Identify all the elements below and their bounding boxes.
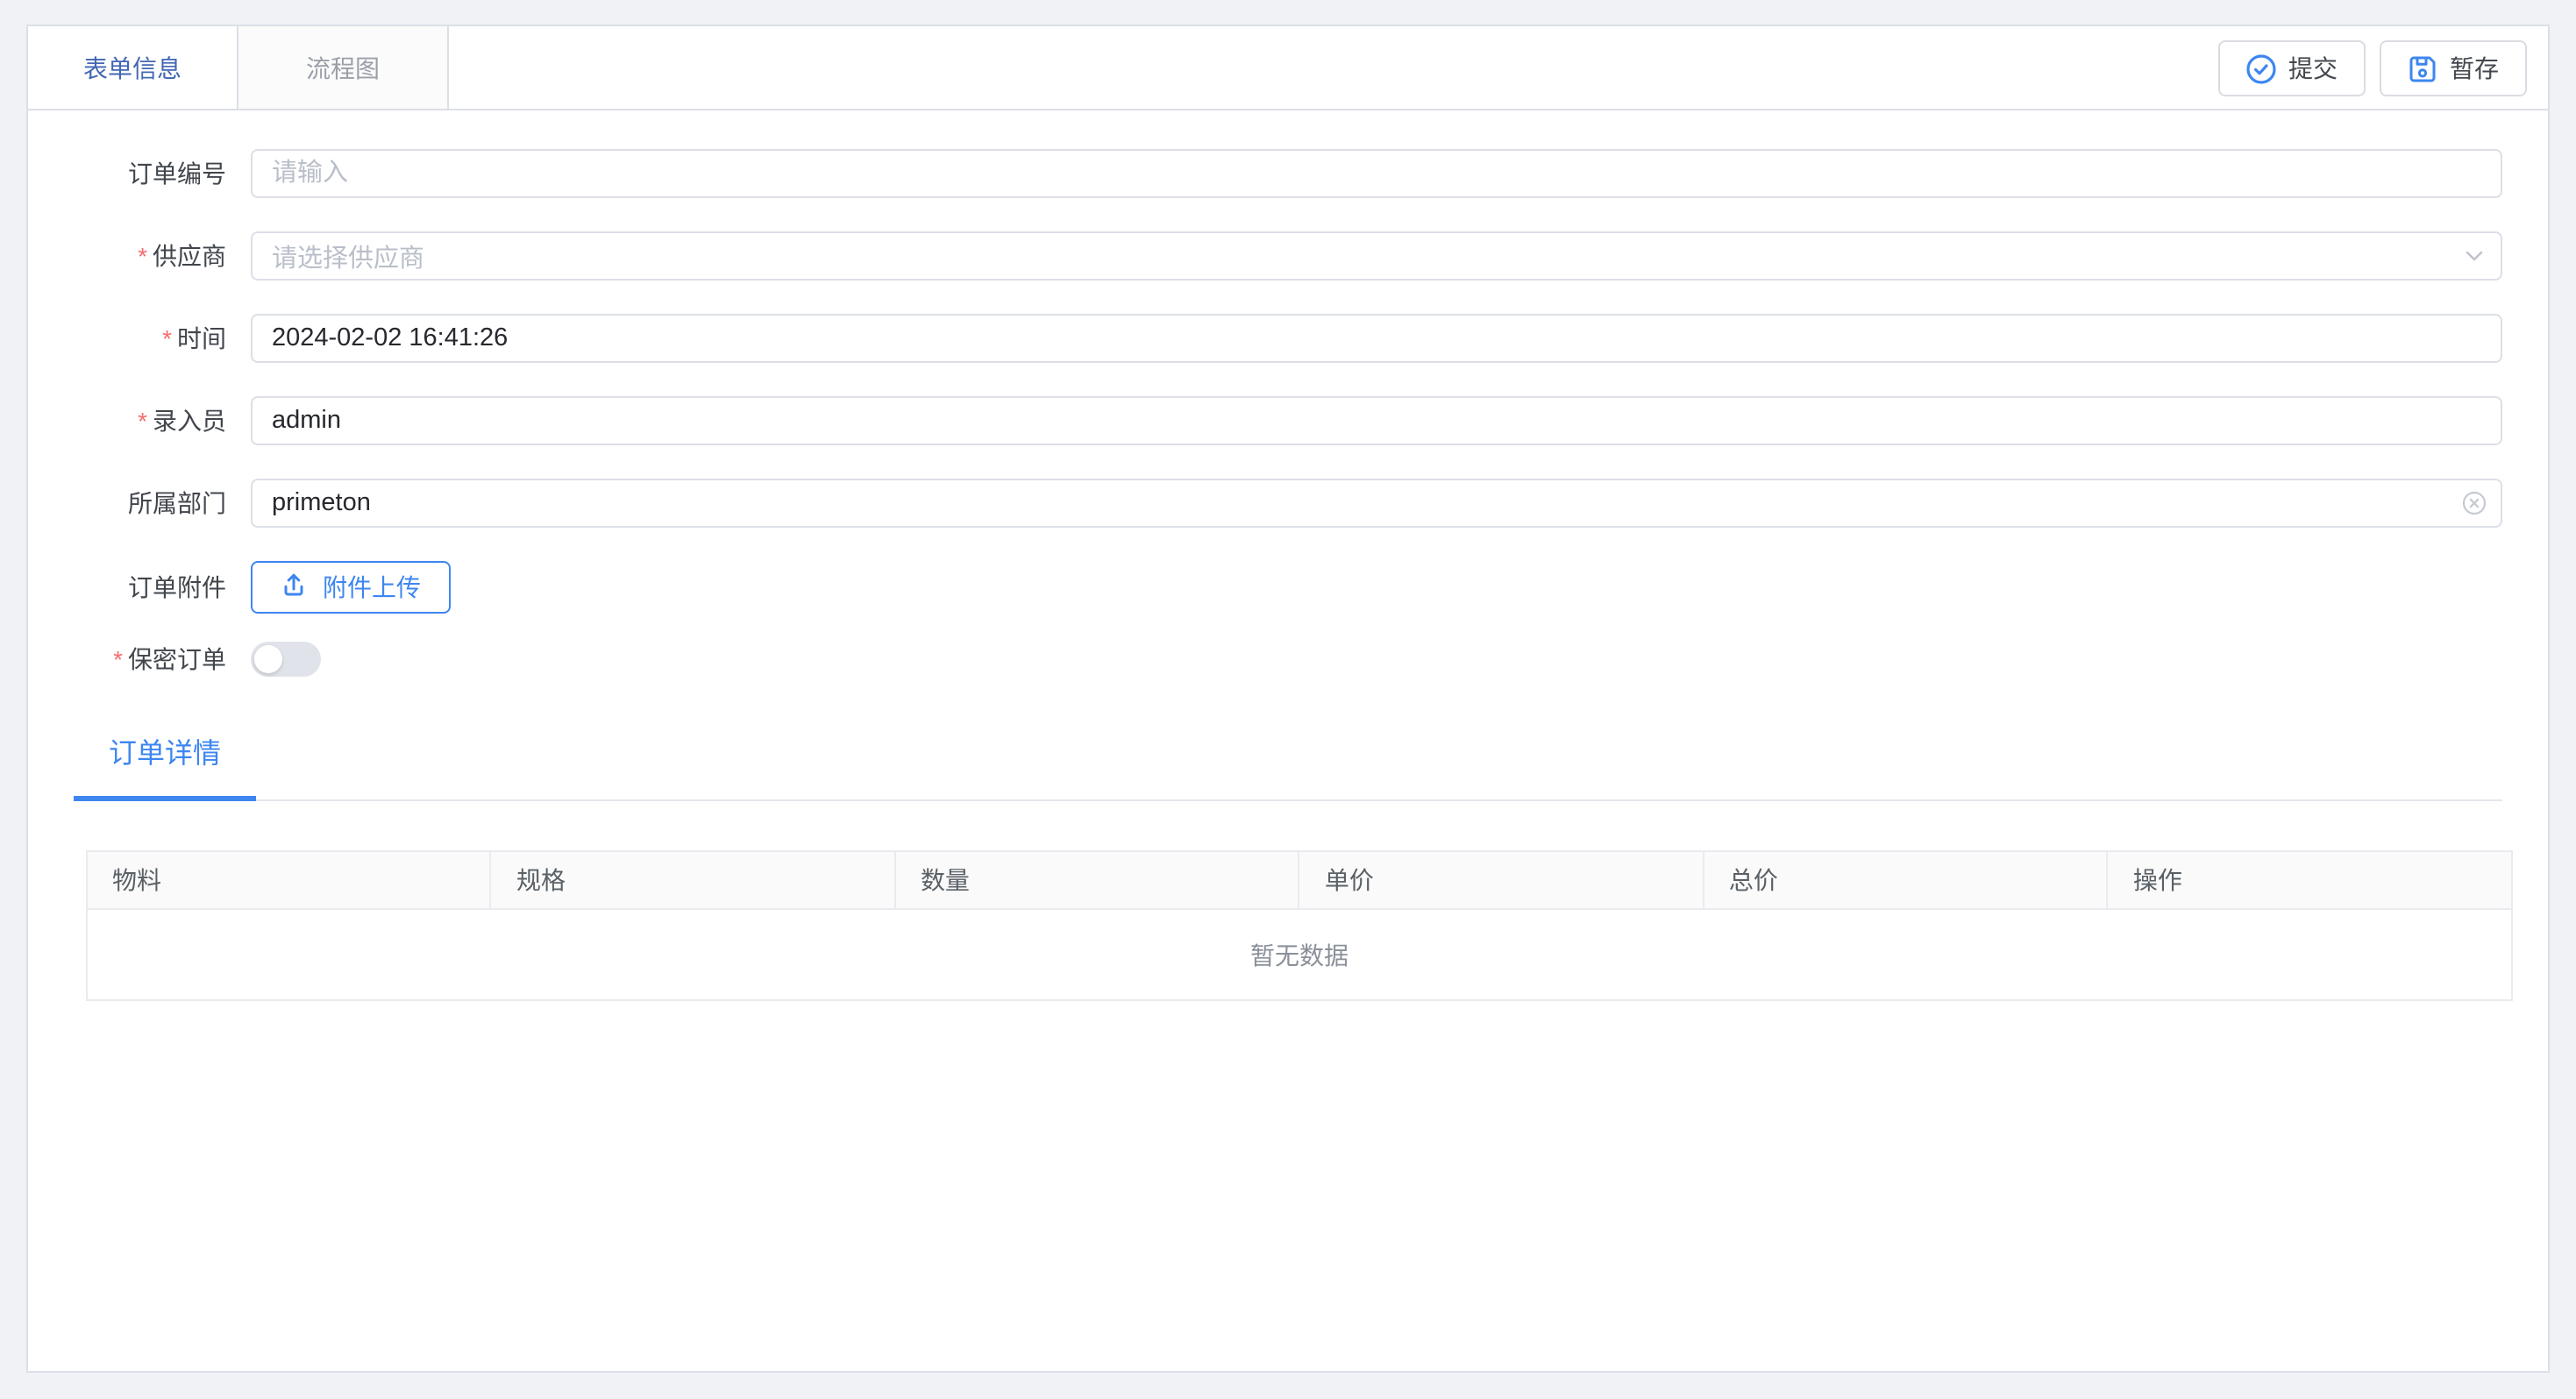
supplier-select-placeholder: 请选择供应商 xyxy=(272,238,424,274)
detail-table-wrap: 物料 规格 数量 单价 总价 操作 暂无数据 xyxy=(86,850,2513,1001)
empty-state-text: 暂无数据 xyxy=(87,909,2512,1000)
order-number-input[interactable] xyxy=(251,149,2502,198)
tab-form-info-label: 表单信息 xyxy=(83,50,181,85)
submit-button-label: 提交 xyxy=(2288,51,2338,86)
form-card: 表单信息 流程图 提交 xyxy=(26,25,2550,1373)
order-number-label: 订单编号 xyxy=(28,156,226,191)
department-input[interactable] xyxy=(251,479,2502,528)
attachment-upload-button[interactable]: 附件上传 xyxy=(251,561,451,614)
field-label-text: 供应商 xyxy=(153,242,226,270)
col-header-action: 操作 xyxy=(2108,851,2512,909)
field-label-text: 时间 xyxy=(177,324,226,352)
tab-order-detail-label: 订单详情 xyxy=(109,740,221,770)
tab-flow-chart-label: 流程图 xyxy=(306,50,380,85)
form-row-order-number: 订单编号 xyxy=(28,149,2548,198)
chevron-down-icon xyxy=(2464,245,2485,266)
col-header-material: 物料 xyxy=(87,851,491,909)
toggle-knob xyxy=(254,645,282,673)
field-label-text: 保密订单 xyxy=(128,645,226,673)
order-detail-section: 订单详情 物料 规格 数量 单价 总价 操作 xyxy=(28,729,2548,1001)
save-draft-button[interactable]: 暂存 xyxy=(2380,40,2527,96)
detail-tabstrip: 订单详情 xyxy=(74,729,2502,801)
recorder-input[interactable] xyxy=(251,396,2502,445)
upload-icon xyxy=(281,572,307,603)
supplier-select[interactable]: 请选择供应商 xyxy=(251,231,2502,281)
supplier-label: *供应商 xyxy=(28,238,226,273)
save-icon xyxy=(2408,53,2437,83)
toolbar-actions: 提交 暂存 xyxy=(2218,40,2527,96)
col-header-unit-price: 单价 xyxy=(1299,851,1704,909)
attachment-upload-label: 附件上传 xyxy=(323,570,421,605)
top-tabstrip: 表单信息 流程图 提交 xyxy=(28,26,2548,110)
save-draft-button-label: 暂存 xyxy=(2450,51,2499,86)
page: 表单信息 流程图 提交 xyxy=(0,0,2576,1399)
tab-flow-chart[interactable]: 流程图 xyxy=(238,26,449,109)
submit-button[interactable]: 提交 xyxy=(2218,40,2366,96)
check-circle-icon xyxy=(2246,53,2276,83)
form-row-confidential: *保密订单 xyxy=(28,642,2548,677)
time-input[interactable] xyxy=(251,314,2502,363)
order-detail-table: 物料 规格 数量 单价 总价 操作 暂无数据 xyxy=(86,850,2513,1001)
tab-form-info[interactable]: 表单信息 xyxy=(28,26,238,109)
required-mark: * xyxy=(138,407,147,435)
department-label: 所属部门 xyxy=(28,486,226,521)
required-mark: * xyxy=(138,242,147,270)
recorder-label: *录入员 xyxy=(28,403,226,438)
attachment-label: 订单附件 xyxy=(28,570,226,605)
confidential-label: *保密订单 xyxy=(28,642,226,677)
clear-circle-icon[interactable] xyxy=(2462,491,2487,515)
confidential-toggle[interactable] xyxy=(251,642,321,677)
form-row-recorder: *录入员 xyxy=(28,396,2548,445)
required-mark: * xyxy=(162,324,172,352)
tab-order-detail[interactable]: 订单详情 xyxy=(74,729,256,801)
field-label-text: 订单编号 xyxy=(128,160,226,188)
form-row-time: *时间 xyxy=(28,314,2548,363)
col-header-spec: 规格 xyxy=(491,851,895,909)
form-row-department: 所属部门 xyxy=(28,479,2548,528)
col-header-quantity: 数量 xyxy=(895,851,1299,909)
col-header-total-price: 总价 xyxy=(1704,851,2108,909)
order-form: 订单编号 *供应商 请选择供应商 xyxy=(28,110,2548,677)
field-label-text: 录入员 xyxy=(153,407,226,435)
form-row-supplier: *供应商 请选择供应商 xyxy=(28,231,2548,281)
form-row-attachment: 订单附件 附件上传 xyxy=(28,561,2548,614)
table-empty-row: 暂无数据 xyxy=(87,909,2512,1000)
required-mark: * xyxy=(113,645,123,673)
field-label-text: 所属部门 xyxy=(128,489,226,517)
time-label: *时间 xyxy=(28,321,226,356)
table-header-row: 物料 规格 数量 单价 总价 操作 xyxy=(87,851,2512,909)
field-label-text: 订单附件 xyxy=(128,573,226,601)
